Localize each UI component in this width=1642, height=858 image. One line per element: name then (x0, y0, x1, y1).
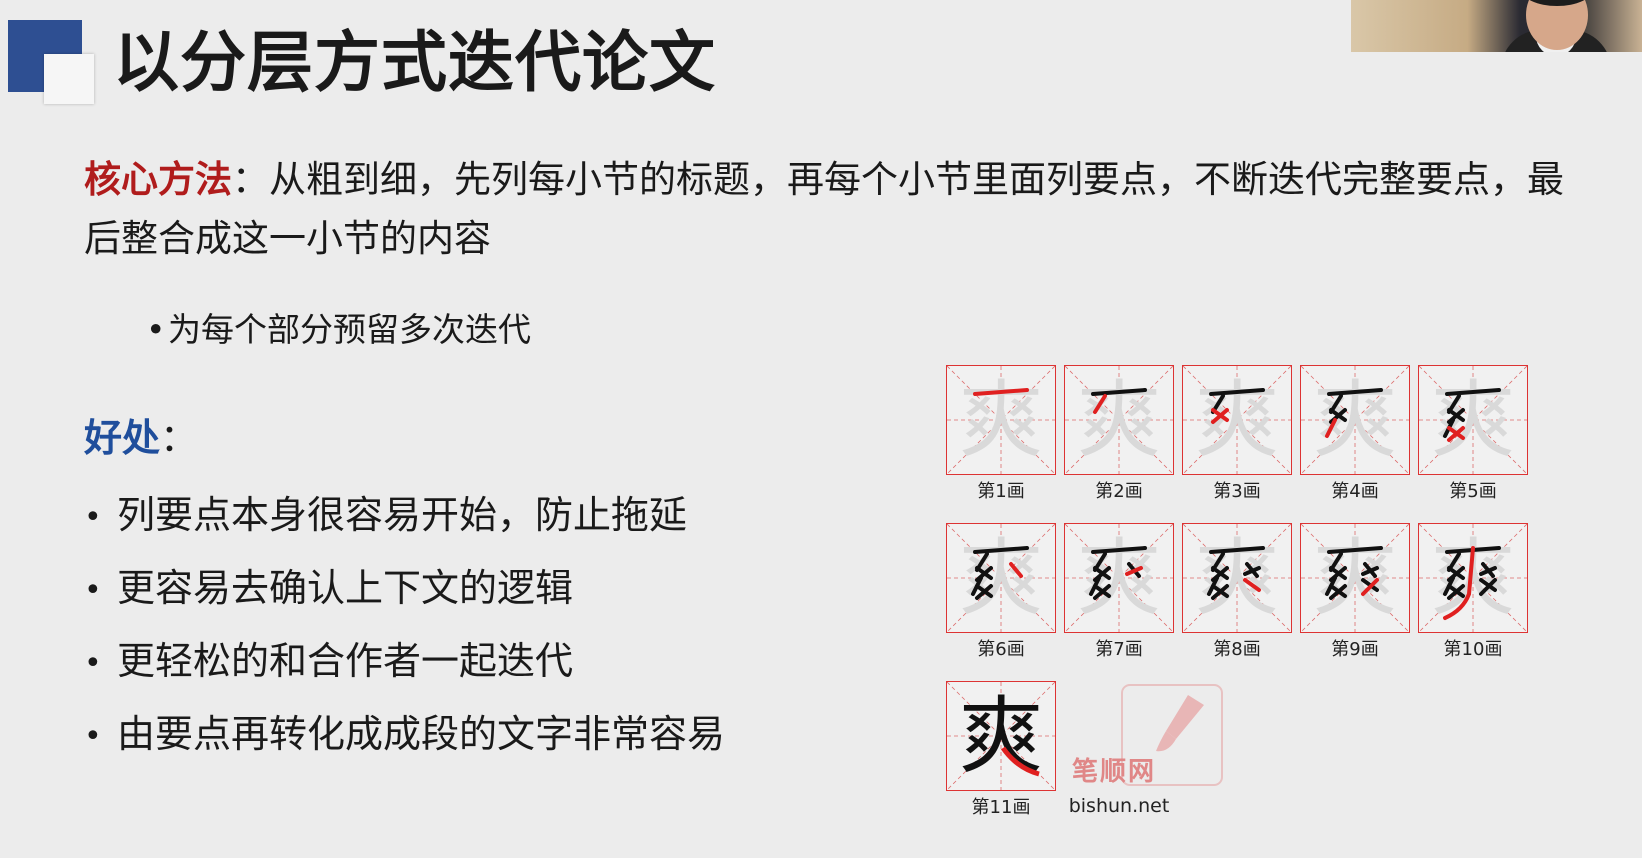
stroke-cell: 爽第3画 (1182, 365, 1292, 503)
stroke-drawing (1443, 546, 1501, 620)
stroke-cell: 爽第9画 (1300, 523, 1410, 661)
previous-stroke (1209, 388, 1265, 396)
stroke-drawing (1091, 388, 1147, 414)
previous-stroke (1093, 584, 1111, 600)
stroke-cell: 爽第6画 (946, 523, 1056, 661)
previous-stroke (1447, 584, 1465, 600)
stroke-drawing (1089, 546, 1147, 600)
current-stroke (973, 388, 1029, 396)
sub-bullet: •为每个部分预留多次迭代 (146, 300, 531, 360)
stroke-label: 第3画 (1213, 481, 1261, 502)
core-method-paragraph: 核心方法：从粗到细，先列每小节的标题，再每个小节里面列要点，不断迭代完整要点，最… (84, 150, 1584, 268)
core-method-label: 核心方法 (84, 158, 232, 201)
current-stroke (1009, 562, 1023, 578)
stroke-drawing (971, 546, 1029, 600)
stroke-drawing (1000, 746, 1040, 777)
previous-stroke (1329, 584, 1347, 600)
sub-bullet-text: 为每个部分预留多次迭代 (168, 310, 531, 349)
benefit-text: 列要点本身很容易开始，防止拖延 (117, 493, 688, 537)
stroke-label: 第5画 (1449, 481, 1497, 502)
benefit-text: 由要点再转化成成段的文字非常容易 (117, 712, 726, 756)
stroke-box: 爽 (1300, 523, 1410, 633)
stroke-drawing (1209, 388, 1265, 424)
stroke-box: 爽 (946, 681, 1056, 791)
previous-stroke (1327, 388, 1383, 396)
stroke-label: 第7画 (1095, 639, 1143, 660)
previous-stroke (1445, 388, 1501, 396)
current-stroke (1447, 426, 1465, 442)
stroke-box: 爽 (1418, 365, 1528, 475)
benefit-item: • 由要点再转化成成段的文字非常容易 (84, 699, 725, 772)
current-stroke (1093, 394, 1107, 414)
stroke-label: 第10画 (1443, 639, 1503, 660)
stroke-box: 爽 (946, 365, 1056, 475)
previous-stroke (975, 584, 993, 600)
benefit-item: • 列要点本身很容易开始，防止拖延 (84, 480, 725, 553)
stroke-drawing (1325, 388, 1383, 438)
stroke-order-grid: 爽第1画爽第2画爽第3画爽第4画爽第5画爽第6画爽第7画爽第8画爽第9画爽第10… (946, 365, 1586, 835)
benefit-text: 更轻松的和合作者一起迭代 (117, 639, 574, 683)
current-stroke (1211, 408, 1229, 424)
stroke-box: 爽 (1064, 523, 1174, 633)
stroke-box: 爽 (1064, 365, 1174, 475)
stroke-label: 第8画 (1213, 639, 1261, 660)
bullet-dot: • (84, 500, 102, 535)
stroke-label: 第6画 (977, 639, 1025, 660)
watermark-cell: 笔顺网 bishun.net (1064, 681, 1223, 817)
stroke-box: 爽 (1418, 523, 1528, 633)
stroke-label: 第4画 (1331, 481, 1379, 502)
stroke-cell: 爽第2画 (1064, 365, 1174, 503)
site-url: bishun.net (1068, 795, 1170, 817)
previous-stroke (1211, 584, 1229, 600)
core-method-text: ：从粗到细，先列每小节的标题，再每个小节里面列要点，不断迭代完整要点，最后整合成… (84, 158, 1564, 260)
benefit-item: • 更容易去确认上下文的逻辑 (84, 553, 725, 626)
slide-logo-accent (44, 54, 94, 104)
benefit-text: 更容易去确认上下文的逻辑 (117, 566, 574, 610)
previous-stroke (1327, 546, 1383, 554)
slide-title: 以分层方式迭代论文 (113, 24, 716, 101)
previous-stroke (1209, 546, 1265, 554)
previous-stroke (1091, 546, 1147, 554)
stroke-drawing (1325, 546, 1383, 600)
bullet-dot: • (84, 719, 102, 754)
stroke-drawing (973, 388, 1029, 396)
stroke-cell: 爽第11画 (946, 681, 1056, 819)
previous-stroke (973, 546, 1029, 554)
stroke-label: 第11画 (971, 797, 1031, 818)
stroke-cell: 爽第4画 (1300, 365, 1410, 503)
stroke-box: 爽 (1300, 365, 1410, 475)
stroke-cell: 爽第7画 (1064, 523, 1174, 661)
current-stroke (1000, 746, 1040, 777)
stroke-label: 第1画 (977, 481, 1025, 502)
stroke-label: 第9画 (1331, 639, 1379, 660)
stroke-cell: 爽第8画 (1182, 523, 1292, 661)
stroke-label: 第2画 (1095, 481, 1143, 502)
sub-bullet-dot: • (146, 310, 166, 349)
stroke-box: 爽 (946, 523, 1056, 633)
current-stroke (1243, 578, 1261, 592)
benefit-list: • 列要点本身很容易开始，防止拖延 • 更容易去确认上下文的逻辑 • 更轻松的和合作者… (84, 480, 725, 772)
benefits-heading: 好处： (84, 410, 198, 466)
stroke-drawing (1443, 388, 1501, 442)
stroke-box: 爽 (1182, 523, 1292, 633)
stroke-cell: 爽第10画 (1418, 523, 1528, 661)
benefits-label: 好处 (84, 416, 161, 460)
benefits-colon: ： (160, 416, 199, 460)
stroke-drawing (1207, 546, 1265, 600)
bullet-dot: • (84, 646, 102, 681)
stroke-cell: 爽第5画 (1418, 365, 1528, 503)
benefit-item: • 更轻松的和合作者一起迭代 (84, 626, 725, 699)
stroke-cell: 爽第1画 (946, 365, 1056, 503)
bullet-dot: • (84, 573, 102, 608)
webcam-overlay (1351, 0, 1642, 52)
stroke-box: 爽 (1182, 365, 1292, 475)
previous-stroke (1091, 388, 1147, 396)
watermark-text: 笔顺网 (1072, 757, 1157, 787)
